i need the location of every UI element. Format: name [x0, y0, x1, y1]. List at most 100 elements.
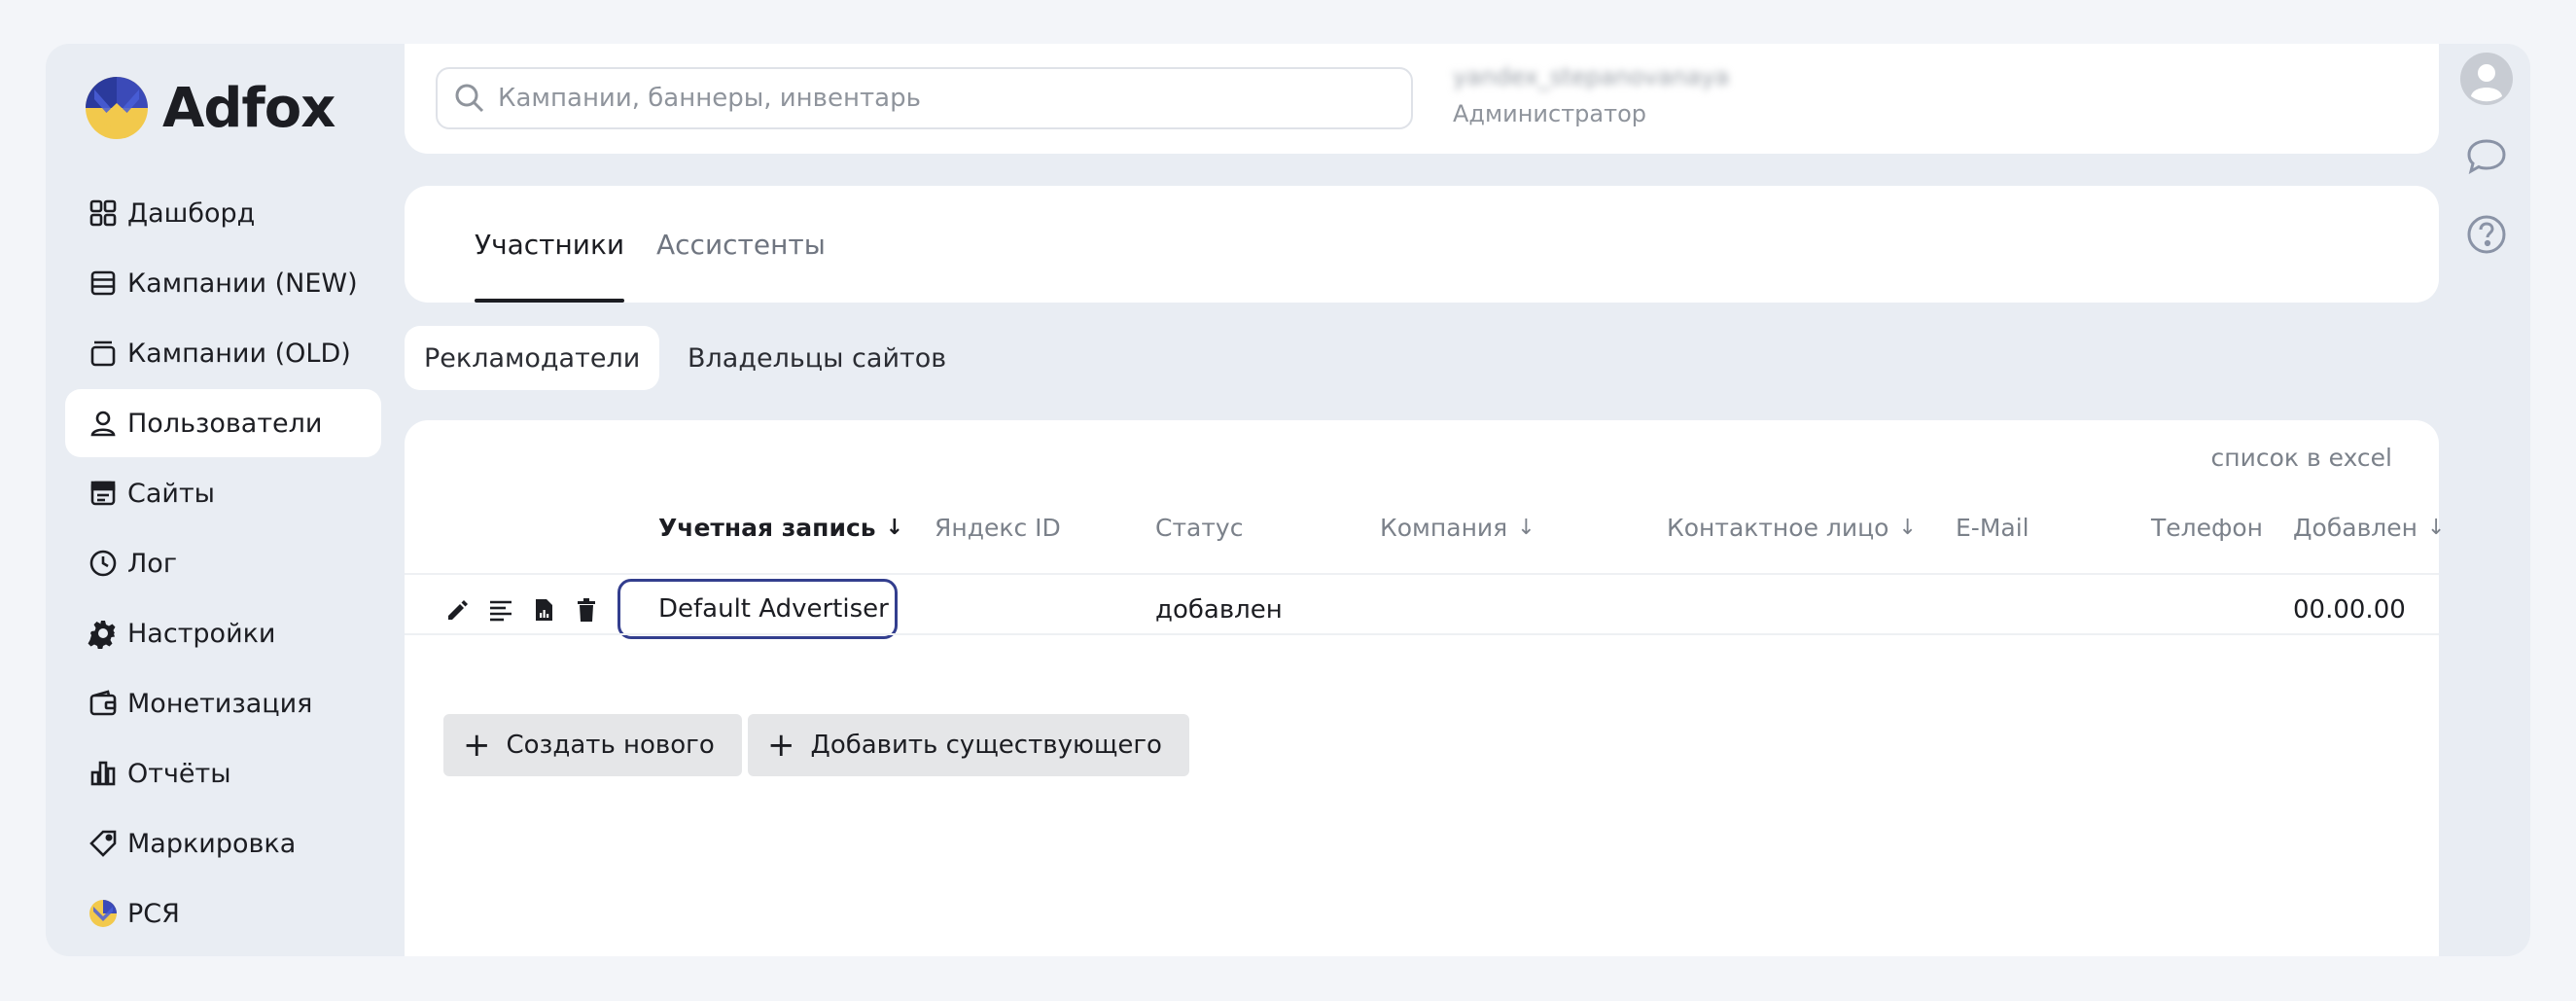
column-header-phone: Телефон	[2151, 514, 2263, 542]
add-existing-button[interactable]: + Добавить существующего	[748, 714, 1189, 776]
column-header-email: E-Mail	[1956, 514, 2029, 542]
sidebar-nav: Дашборд Кампании (NEW) Кампании (OLD) По…	[65, 179, 381, 949]
user-role: Администратор	[1453, 100, 1647, 127]
sort-arrow-icon: ↓	[885, 516, 904, 540]
column-header-label: E-Mail	[1956, 514, 2029, 542]
button-label: Создать нового	[506, 731, 715, 760]
edit-button[interactable]	[443, 595, 473, 625]
plus-icon: +	[463, 726, 491, 765]
right-rail	[2459, 52, 2514, 285]
gear-icon	[87, 617, 120, 650]
delete-button[interactable]	[572, 595, 601, 625]
rsya-icon	[87, 897, 120, 930]
sidebar-item-dashboard[interactable]: Дашборд	[65, 179, 381, 247]
excel-export-link[interactable]: список в excel	[2211, 444, 2392, 472]
sort-arrow-icon: ↓	[1517, 516, 1535, 540]
wallet-icon	[87, 687, 120, 720]
document-chart-icon	[536, 599, 552, 621]
column-header-label: Яндекс ID	[935, 514, 1061, 542]
user-info[interactable]: yandex_stepanovanaya Администратор	[1453, 63, 1729, 127]
tab-label: Участники	[475, 228, 625, 261]
sidebar-item-campaigns-new[interactable]: Кампании (NEW)	[65, 249, 381, 317]
sidebar-item-label: Маркировка	[127, 828, 297, 859]
bar-chart-icon	[87, 757, 120, 790]
column-header-account[interactable]: Учетная запись ↓	[658, 514, 903, 542]
column-header-label: Компания	[1380, 514, 1508, 542]
sidebar-item-label: Кампании (NEW)	[127, 268, 358, 299]
column-header-label: Добавлен	[2293, 514, 2418, 542]
tag-icon	[87, 827, 120, 860]
trash-icon	[578, 598, 595, 622]
account-cell[interactable]: Default Advertiser	[618, 579, 898, 639]
subtab-label: Рекламодатели	[424, 342, 641, 374]
table-divider	[405, 573, 2439, 575]
create-new-button[interactable]: + Создать нового	[443, 714, 742, 776]
user-icon	[87, 407, 120, 440]
chat-button[interactable]	[2459, 129, 2514, 184]
sidebar-item-label: Лог	[127, 548, 178, 579]
sort-arrow-icon: ↓	[2427, 516, 2446, 540]
column-header-contact[interactable]: Контактное лицо ↓	[1667, 514, 1917, 542]
sidebar-item-label: Монетизация	[127, 688, 313, 719]
logo[interactable]: Adfox	[85, 76, 335, 140]
search-box[interactable]	[436, 67, 1413, 129]
sidebar-item-label: Кампании (OLD)	[127, 338, 351, 369]
clock-icon	[87, 547, 120, 580]
users-table-card: список в excel Учетная запись ↓ Яндекс I…	[405, 420, 2445, 956]
sidebar-item-marking[interactable]: Маркировка	[65, 809, 381, 877]
adfox-logo-icon	[86, 77, 148, 139]
row-actions	[443, 595, 601, 625]
search-input[interactable]	[498, 84, 1373, 113]
tab-label: Ассистенты	[656, 228, 826, 261]
details-button[interactable]	[486, 595, 515, 625]
report-button[interactable]	[529, 595, 558, 625]
sidebar-item-label: Дашборд	[127, 197, 256, 229]
table-divider	[405, 633, 2439, 635]
button-label: Добавить существующего	[810, 731, 1162, 760]
column-header-label: Учетная запись	[658, 514, 876, 542]
dashboard-icon	[87, 197, 120, 230]
column-header-label: Статус	[1155, 514, 1244, 542]
avatar-icon	[2460, 53, 2513, 105]
sort-arrow-icon: ↓	[1898, 516, 1917, 540]
subtab-site-owners[interactable]: Владельцы сайтов	[668, 326, 966, 390]
sidebar-item-label: РСЯ	[127, 898, 180, 929]
app-frame: Adfox Дашборд Кампании (NEW) Кампании (O…	[46, 44, 2530, 956]
column-header-yandex-id: Яндекс ID	[935, 514, 1061, 542]
header-bar: yandex_stepanovanaya Администратор	[405, 44, 2439, 154]
added-date-cell: 00.00.00	[2293, 595, 2406, 625]
text-lines-icon	[490, 600, 512, 622]
sidebar-item-label: Отчёты	[127, 758, 231, 789]
subtab-label: Владельцы сайтов	[688, 342, 947, 374]
help-button[interactable]	[2459, 207, 2514, 262]
subtab-advertisers[interactable]: Рекламодатели	[405, 326, 660, 390]
column-header-added[interactable]: Добавлен ↓	[2293, 514, 2445, 542]
sidebar-item-settings[interactable]: Настройки	[65, 599, 381, 667]
sidebar-item-label: Сайты	[127, 478, 215, 509]
tab-participants[interactable]: Участники	[475, 186, 625, 303]
sidebar-item-label: Настройки	[127, 618, 276, 649]
tab-assistants[interactable]: Ассистенты	[656, 186, 826, 303]
sidebar-item-label: Пользователи	[127, 408, 323, 439]
plus-icon: +	[767, 726, 795, 765]
pencil-icon	[448, 600, 468, 620]
sidebar-item-reports[interactable]: Отчёты	[65, 739, 381, 807]
sidebar-item-monetization[interactable]: Монетизация	[65, 669, 381, 737]
search-icon	[455, 84, 484, 113]
sidebar-item-log[interactable]: Лог	[65, 529, 381, 597]
avatar[interactable]	[2459, 52, 2514, 106]
column-header-status: Статус	[1155, 514, 1243, 542]
sites-icon	[87, 477, 120, 510]
sidebar-item-campaigns-old[interactable]: Кампании (OLD)	[65, 319, 381, 387]
help-icon	[2467, 215, 2506, 254]
sidebar-item-sites[interactable]: Сайты	[65, 459, 381, 527]
column-header-label: Контактное лицо	[1667, 514, 1889, 542]
campaigns-old-icon	[87, 337, 120, 370]
user-name: yandex_stepanovanaya	[1453, 63, 1730, 90]
column-header-label: Телефон	[2151, 514, 2264, 542]
status-cell: добавлен	[1155, 595, 1283, 625]
sidebar-item-rsya[interactable]: РСЯ	[65, 879, 381, 947]
column-header-company[interactable]: Компания ↓	[1380, 514, 1535, 542]
sidebar-item-users[interactable]: Пользователи	[65, 389, 381, 457]
tabs-bar: Участники Ассистенты	[405, 186, 2439, 303]
